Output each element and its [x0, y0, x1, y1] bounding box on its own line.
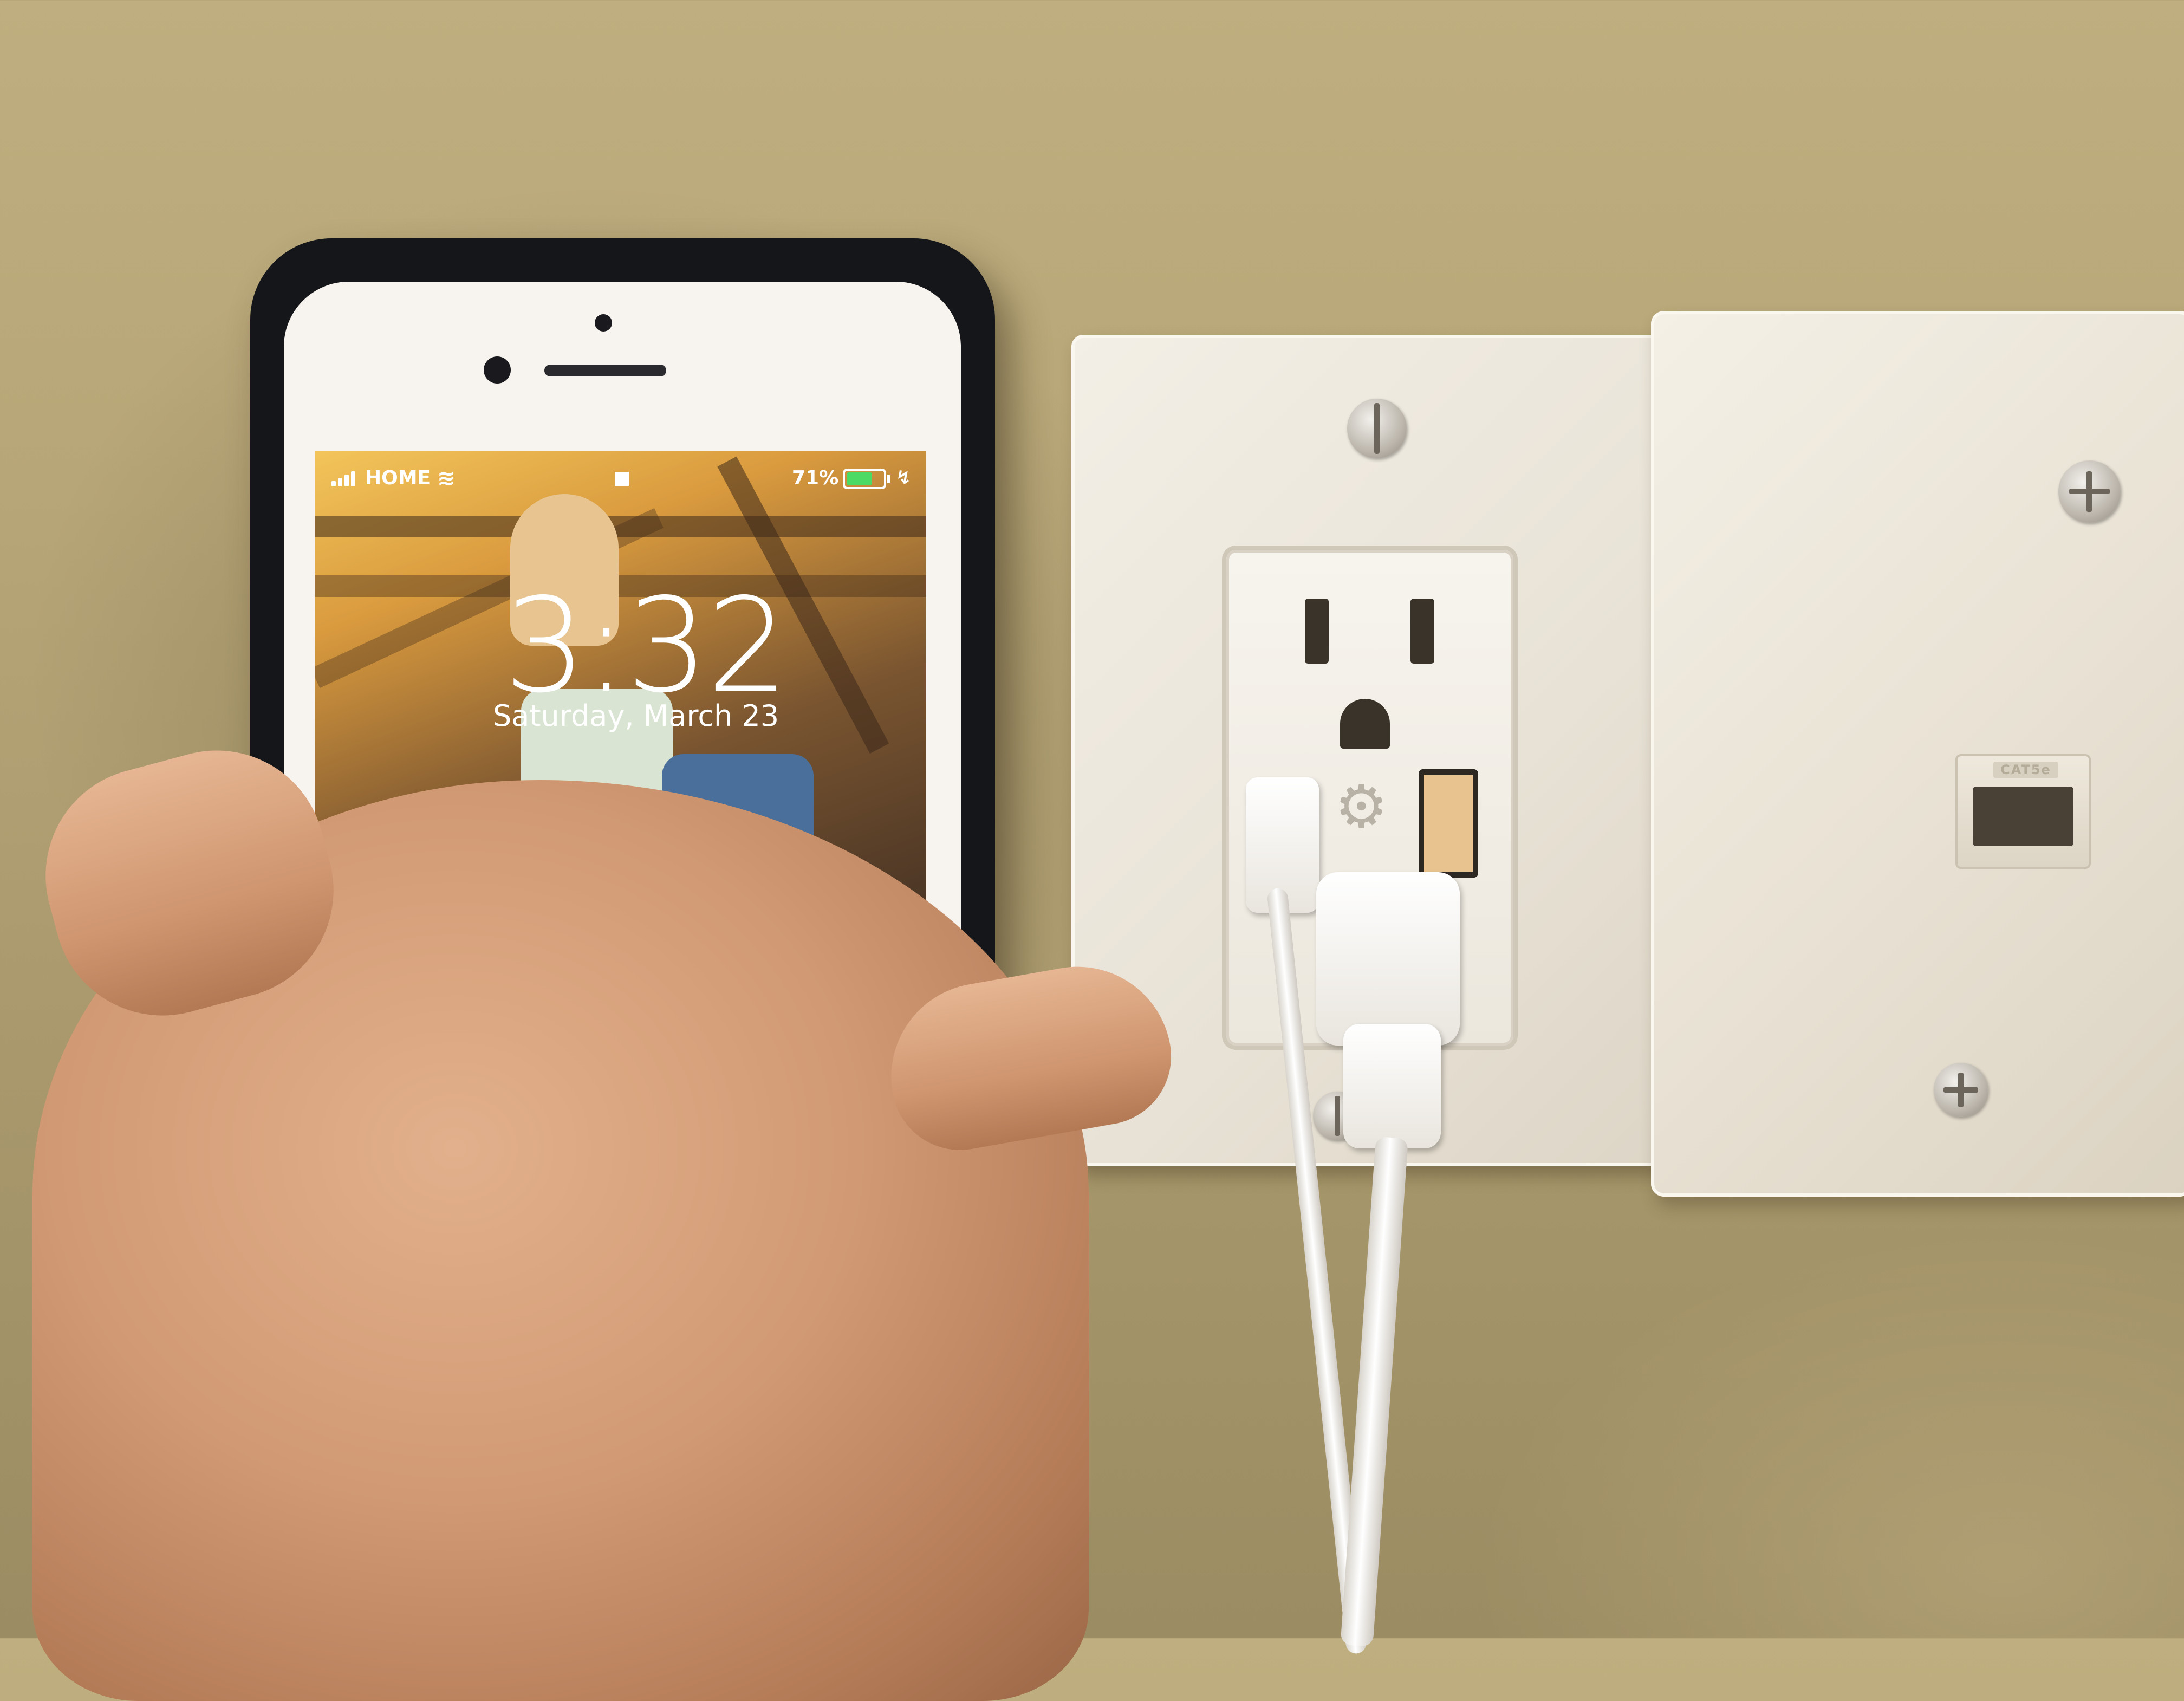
outlet-slot-right [1410, 599, 1434, 664]
ground-hole [1340, 699, 1390, 749]
jack-label: CAT5e [1993, 762, 2058, 778]
ethernet-jack: CAT5e [1955, 754, 2091, 869]
network-jack-plate [1651, 311, 2184, 1197]
battery-tip [887, 475, 890, 483]
battery-icon [843, 469, 886, 489]
front-camera [484, 356, 511, 384]
jack-plate-screw-bottom [1934, 1063, 1988, 1117]
battery-percentage: 71% [792, 467, 839, 489]
power-plug [1316, 872, 1460, 1046]
plate-screw-top [1347, 399, 1407, 458]
proximity-sensor [595, 314, 612, 332]
usb-icon: ⚙ [1335, 772, 1388, 841]
jack-plate-screw-top [2058, 460, 2121, 523]
lock-icon: ■ [613, 467, 631, 489]
lock-screen-date: Saturday, March 23 [493, 699, 779, 733]
signal-icon [332, 469, 359, 486]
usb-port-open [1419, 769, 1478, 878]
wifi-icon: ≋ [437, 466, 456, 491]
charging-icon: ↯ [896, 467, 912, 489]
battery-level [847, 472, 872, 485]
power-plug-strain-relief [1343, 1024, 1441, 1148]
earpiece-speaker [544, 365, 666, 376]
carrier-name: HOME [365, 467, 431, 489]
ethernet-port [1973, 787, 2074, 846]
outlet-slot-left [1305, 599, 1329, 664]
